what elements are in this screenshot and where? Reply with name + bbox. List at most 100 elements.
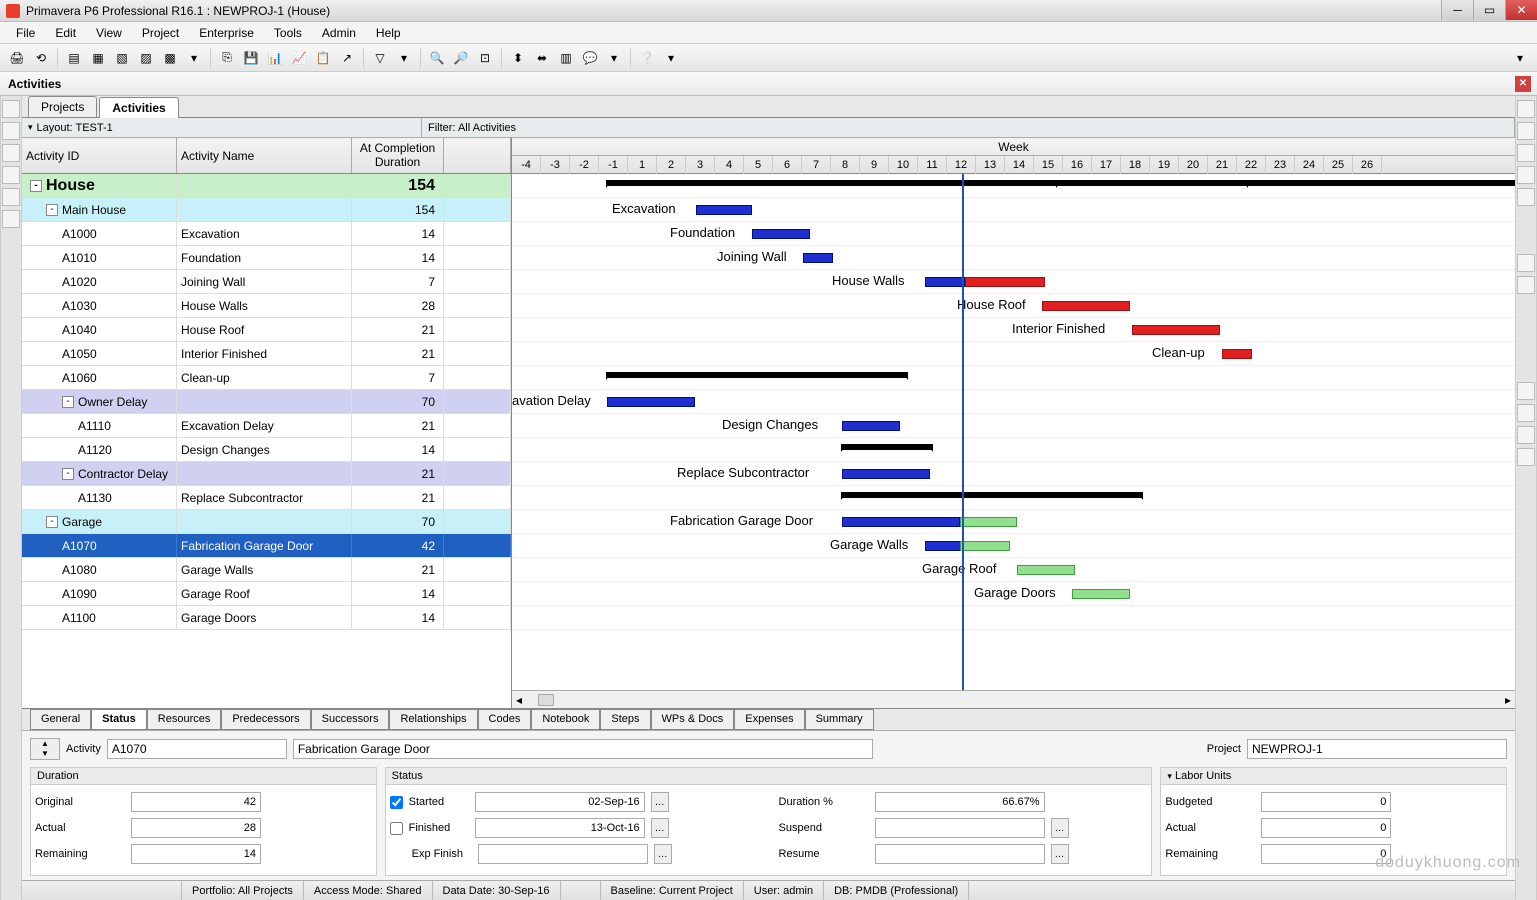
gantt-row[interactable] [512, 174, 1515, 198]
gantt-bar[interactable] [607, 397, 695, 407]
resume-field[interactable] [875, 844, 1045, 864]
gantt-bar[interactable] [752, 229, 810, 239]
tab-activities[interactable]: Activities [99, 97, 178, 118]
gantt-row[interactable] [512, 438, 1515, 462]
role-icon[interactable] [1517, 276, 1535, 294]
chevron-down-icon[interactable]: ▾ [1509, 47, 1531, 69]
finished-date-field[interactable] [475, 818, 645, 838]
activity-id-field[interactable] [107, 739, 287, 759]
table-row[interactable]: -Owner Delay70 [22, 390, 511, 414]
date-picker-icon[interactable]: … [651, 792, 669, 812]
table-row[interactable]: -Garage70 [22, 510, 511, 534]
gantt-bar[interactable] [960, 517, 1017, 527]
gantt-row[interactable]: Garage Doors [512, 582, 1515, 606]
remaining-duration-field[interactable] [131, 844, 261, 864]
table-row[interactable]: A1090Garage Roof14 [22, 582, 511, 606]
finished-checkbox[interactable] [390, 822, 403, 835]
table-row[interactable]: A1080Garage Walls21 [22, 558, 511, 582]
gantt-bar[interactable] [925, 277, 965, 287]
down-icon[interactable] [1517, 404, 1535, 422]
menu-edit[interactable]: Edit [47, 24, 84, 42]
chevron-down-icon[interactable]: ▾ [660, 47, 682, 69]
menu-project[interactable]: Project [134, 24, 187, 42]
table-row[interactable]: A1070Fabrication Garage Door42 [22, 534, 511, 558]
chevron-down-icon[interactable]: ▾ [603, 47, 625, 69]
expfinish-date-field[interactable] [478, 844, 648, 864]
gantt-bar[interactable] [965, 277, 1045, 287]
close-button[interactable]: ✕ [1505, 0, 1537, 20]
expand-icon[interactable]: - [62, 468, 74, 480]
gantt-icon[interactable]: ▧ [111, 47, 133, 69]
chevron-down-icon[interactable]: ▾ [393, 47, 415, 69]
col-activity-id[interactable]: Activity ID [22, 138, 177, 173]
original-duration-field[interactable] [131, 792, 261, 812]
print-icon[interactable]: 🖨 [6, 47, 28, 69]
trace-icon[interactable]: ▩ [159, 47, 181, 69]
table-icon[interactable]: ▦ [87, 47, 109, 69]
col-duration[interactable]: At Completion Duration [352, 138, 444, 173]
detail-tab-steps[interactable]: Steps [600, 709, 650, 730]
table-row[interactable]: A1000Excavation14 [22, 222, 511, 246]
copy-icon[interactable] [1517, 166, 1535, 184]
gantt-bar[interactable] [1017, 565, 1075, 575]
menu-help[interactable]: Help [368, 24, 409, 42]
budgeted-units-field[interactable] [1261, 792, 1391, 812]
detail-tab-codes[interactable]: Codes [478, 709, 532, 730]
table-row[interactable]: -Main House154 [22, 198, 511, 222]
tab-projects[interactable]: Projects [28, 96, 97, 117]
dock-wbs-icon[interactable] [2, 166, 20, 184]
gantt-row[interactable]: Foundation [512, 222, 1515, 246]
right-icon[interactable] [1517, 448, 1535, 466]
activity-name-field[interactable] [293, 739, 873, 759]
up-icon[interactable] [1517, 382, 1535, 400]
gantt-bar[interactable] [925, 541, 965, 551]
delete-icon[interactable] [1517, 122, 1535, 140]
dock-resources-icon[interactable] [2, 122, 20, 140]
note-icon[interactable]: 💬 [579, 47, 601, 69]
dock-reports-icon[interactable] [2, 144, 20, 162]
layout-selector[interactable]: ▾ Layout: TEST-1 [22, 118, 422, 137]
gantt-row[interactable]: House Walls [512, 270, 1515, 294]
gantt-row[interactable] [512, 486, 1515, 510]
table-row[interactable]: A1010Foundation14 [22, 246, 511, 270]
gantt-row[interactable]: Design Changes [512, 414, 1515, 438]
filter-indicator[interactable]: Filter: All Activities [422, 118, 1515, 137]
date-picker-icon[interactable]: … [1051, 844, 1069, 864]
chart-icon[interactable]: 📊 [264, 47, 286, 69]
gantt-row[interactable]: House Roof [512, 294, 1515, 318]
expand-icon[interactable]: - [30, 180, 42, 192]
menu-enterprise[interactable]: Enterprise [191, 24, 262, 42]
gantt-bar[interactable] [842, 492, 1142, 498]
minimize-button[interactable]: ─ [1441, 0, 1473, 20]
gantt-bar[interactable] [1042, 301, 1130, 311]
expand-icon[interactable]: - [62, 396, 74, 408]
gantt-bar[interactable] [960, 541, 1010, 551]
actual-units-field[interactable] [1261, 818, 1391, 838]
detail-tab-general[interactable]: General [30, 709, 91, 730]
table-row[interactable]: A1120Design Changes14 [22, 438, 511, 462]
gantt-row[interactable]: Joining Wall [512, 246, 1515, 270]
split-h-icon[interactable]: ⬍ [507, 47, 529, 69]
gantt-bar[interactable] [1222, 349, 1252, 359]
gantt-row[interactable] [512, 366, 1515, 390]
gantt-chart[interactable]: Week -4-3-2-1123456789101112131415161718… [512, 138, 1515, 708]
maximize-button[interactable]: ▭ [1473, 0, 1505, 20]
gantt-bar[interactable] [842, 444, 932, 450]
report-icon[interactable]: 📋 [312, 47, 334, 69]
detail-tab-wps-docs[interactable]: WPs & Docs [651, 709, 735, 730]
gantt-row[interactable]: Replace Subcontractor [512, 462, 1515, 486]
table-row[interactable]: A1110Excavation Delay21 [22, 414, 511, 438]
menu-view[interactable]: View [88, 24, 130, 42]
back-icon[interactable]: ⟲ [30, 47, 52, 69]
gantt-bar[interactable] [1132, 325, 1220, 335]
detail-tab-successors[interactable]: Successors [311, 709, 390, 730]
table-row[interactable]: A1020Joining Wall7 [22, 270, 511, 294]
gantt-bar[interactable] [1057, 180, 1515, 186]
fit-icon[interactable]: ⊡ [474, 47, 496, 69]
detail-tab-predecessors[interactable]: Predecessors [221, 709, 310, 730]
gantt-bar[interactable] [803, 253, 833, 263]
export-icon[interactable]: ↗ [336, 47, 358, 69]
layout-icon[interactable]: ▤ [63, 47, 85, 69]
gantt-scrollbar[interactable]: ◂ ▸ [512, 690, 1515, 708]
table-row[interactable]: A1040House Roof21 [22, 318, 511, 342]
